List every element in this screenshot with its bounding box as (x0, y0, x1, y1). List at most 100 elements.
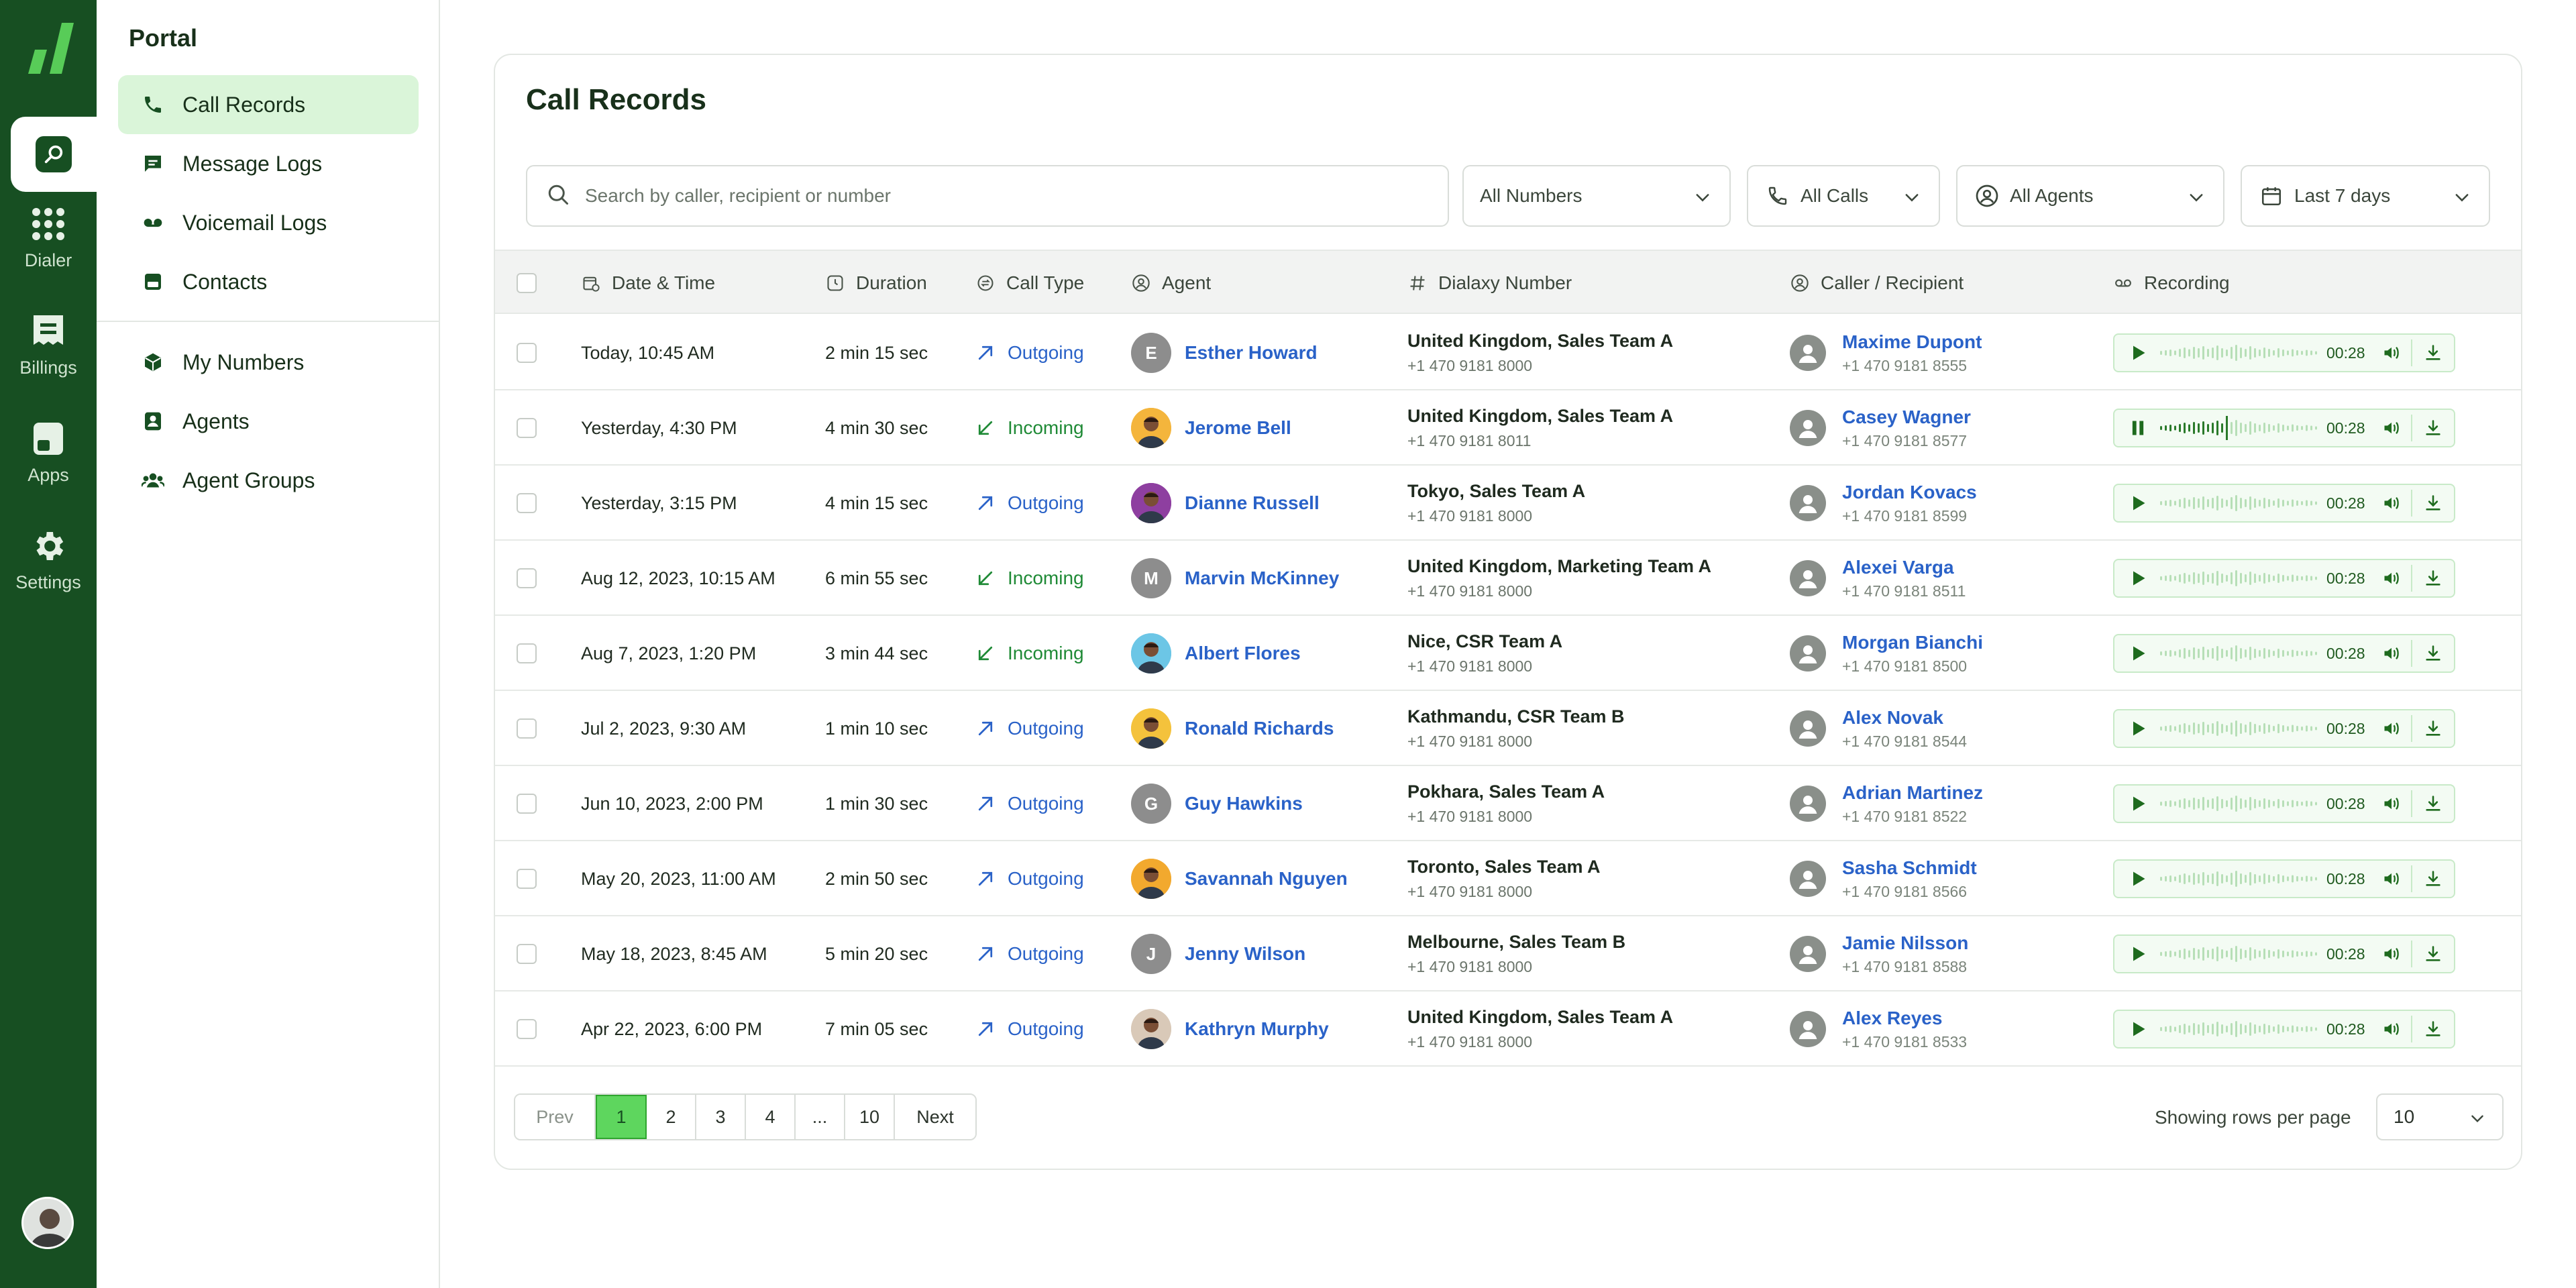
row-checkbox[interactable] (517, 718, 537, 739)
agent-link[interactable]: Esther Howard (1185, 342, 1318, 364)
download-icon[interactable] (2423, 794, 2443, 814)
play-icon[interactable] (2127, 341, 2149, 364)
rail-item-settings[interactable]: Settings (0, 521, 97, 598)
volume-icon[interactable] (2381, 568, 2402, 588)
sidebar-item-my-numbers[interactable]: My Numbers (118, 333, 419, 392)
volume-icon[interactable] (2381, 643, 2402, 663)
row-checkbox[interactable] (517, 1019, 537, 1039)
rail-item-portal[interactable] (11, 117, 97, 192)
table-row[interactable]: Today, 10:45 AM 2 min 15 sec Outgoing E … (495, 315, 2521, 390)
download-icon[interactable] (2423, 343, 2443, 363)
download-icon[interactable] (2423, 944, 2443, 964)
pause-icon[interactable] (2127, 417, 2149, 439)
caller-link[interactable]: Jordan Kovacs (1842, 482, 1977, 503)
user-avatar[interactable] (21, 1197, 74, 1249)
play-icon[interactable] (2127, 492, 2149, 515)
agent-link[interactable]: Kathryn Murphy (1185, 1018, 1329, 1040)
waveform[interactable] (2157, 865, 2318, 892)
caller-link[interactable]: Jamie Nilsson (1842, 932, 1968, 954)
caller-link[interactable]: Morgan Bianchi (1842, 632, 1983, 653)
calls-filter-dropdown[interactable]: All Calls (1747, 165, 1940, 227)
agent-link[interactable]: Guy Hawkins (1185, 793, 1303, 814)
play-icon[interactable] (2127, 943, 2149, 965)
column-date-time[interactable]: Date & Time (581, 251, 715, 315)
numbers-filter-dropdown[interactable]: All Numbers (1462, 165, 1731, 227)
sidebar-item-contacts[interactable]: Contacts (118, 252, 419, 311)
agent-link[interactable]: Savannah Nguyen (1185, 868, 1348, 890)
table-row[interactable]: Apr 22, 2023, 6:00 PM 7 min 05 sec Outgo… (495, 991, 2521, 1067)
agent-link[interactable]: Marvin McKinney (1185, 568, 1339, 589)
agent-link[interactable]: Albert Flores (1185, 643, 1301, 664)
page-button-3[interactable]: 3 (696, 1095, 746, 1139)
agent-link[interactable]: Dianne Russell (1185, 492, 1320, 514)
play-icon[interactable] (2127, 792, 2149, 815)
waveform[interactable] (2157, 490, 2318, 517)
column-call-type[interactable]: Call Type (975, 251, 1084, 315)
volume-icon[interactable] (2381, 493, 2402, 513)
next-page-button[interactable]: Next (895, 1095, 975, 1139)
prev-page-button[interactable]: Prev (515, 1095, 596, 1139)
caller-link[interactable]: Alexei Varga (1842, 557, 1966, 578)
brand-logo-icon[interactable] (20, 20, 76, 76)
column-duration[interactable]: Duration (825, 251, 927, 315)
column-dialaxy-number[interactable]: Dialaxy Number (1407, 251, 1572, 315)
play-icon[interactable] (2127, 642, 2149, 665)
waveform[interactable] (2157, 715, 2318, 742)
row-checkbox[interactable] (517, 343, 537, 363)
table-row[interactable]: Jun 10, 2023, 2:00 PM 1 min 30 sec Outgo… (495, 766, 2521, 841)
volume-icon[interactable] (2381, 794, 2402, 814)
volume-icon[interactable] (2381, 944, 2402, 964)
rail-item-dialer[interactable]: Dialer (0, 199, 97, 276)
sidebar-item-agent-groups[interactable]: Agent Groups (118, 451, 419, 510)
table-row[interactable]: Aug 12, 2023, 10:15 AM 6 min 55 sec Inco… (495, 541, 2521, 616)
row-checkbox[interactable] (517, 568, 537, 588)
table-row[interactable]: Yesterday, 3:15 PM 4 min 15 sec Outgoing… (495, 466, 2521, 541)
caller-link[interactable]: Alex Reyes (1842, 1008, 1967, 1029)
table-row[interactable]: Yesterday, 4:30 PM 4 min 30 sec Incoming… (495, 390, 2521, 466)
page-button-2[interactable]: 2 (647, 1095, 696, 1139)
table-row[interactable]: May 18, 2023, 8:45 AM 5 min 20 sec Outgo… (495, 916, 2521, 991)
waveform[interactable] (2157, 1016, 2318, 1042)
download-icon[interactable] (2423, 643, 2443, 663)
agent-link[interactable]: Jenny Wilson (1185, 943, 1305, 965)
caller-link[interactable]: Maxime Dupont (1842, 331, 1982, 353)
download-icon[interactable] (2423, 1019, 2443, 1039)
row-checkbox[interactable] (517, 493, 537, 513)
row-checkbox[interactable] (517, 794, 537, 814)
waveform[interactable] (2157, 565, 2318, 592)
waveform[interactable] (2157, 640, 2318, 667)
caller-link[interactable]: Adrian Martinez (1842, 782, 1983, 804)
page-button-4[interactable]: 4 (746, 1095, 796, 1139)
row-checkbox[interactable] (517, 869, 537, 889)
agent-link[interactable]: Ronald Richards (1185, 718, 1334, 739)
rail-item-apps[interactable]: Apps (0, 413, 97, 491)
table-row[interactable]: May 20, 2023, 11:00 AM 2 min 50 sec Outg… (495, 841, 2521, 916)
volume-icon[interactable] (2381, 343, 2402, 363)
column-recording[interactable]: Recording (2113, 251, 2230, 315)
search-input[interactable] (585, 185, 1390, 207)
caller-link[interactable]: Sasha Schmidt (1842, 857, 1977, 879)
column-caller-recipient[interactable]: Caller / Recipient (1790, 251, 1964, 315)
play-icon[interactable] (2127, 867, 2149, 890)
waveform[interactable] (2157, 790, 2318, 817)
volume-icon[interactable] (2381, 1019, 2402, 1039)
sidebar-item-voicemail-logs[interactable]: Voicemail Logs (118, 193, 419, 252)
waveform[interactable] (2157, 339, 2318, 366)
agent-link[interactable]: Jerome Bell (1185, 417, 1291, 439)
page-button-1[interactable]: 1 (596, 1095, 647, 1139)
caller-link[interactable]: Alex Novak (1842, 707, 1967, 729)
download-icon[interactable] (2423, 869, 2443, 889)
volume-icon[interactable] (2381, 869, 2402, 889)
row-checkbox[interactable] (517, 643, 537, 663)
volume-icon[interactable] (2381, 418, 2402, 438)
table-row[interactable]: Jul 2, 2023, 9:30 AM 1 min 10 sec Outgoi… (495, 691, 2521, 766)
sidebar-item-call-records[interactable]: Call Records (118, 75, 419, 134)
play-icon[interactable] (2127, 567, 2149, 590)
waveform[interactable] (2157, 941, 2318, 967)
column-agent[interactable]: Agent (1131, 251, 1211, 315)
date-range-dropdown[interactable]: Last 7 days (2241, 165, 2490, 227)
waveform[interactable] (2157, 415, 2318, 441)
sidebar-item-message-logs[interactable]: Message Logs (118, 134, 419, 193)
volume-icon[interactable] (2381, 718, 2402, 739)
download-icon[interactable] (2423, 493, 2443, 513)
